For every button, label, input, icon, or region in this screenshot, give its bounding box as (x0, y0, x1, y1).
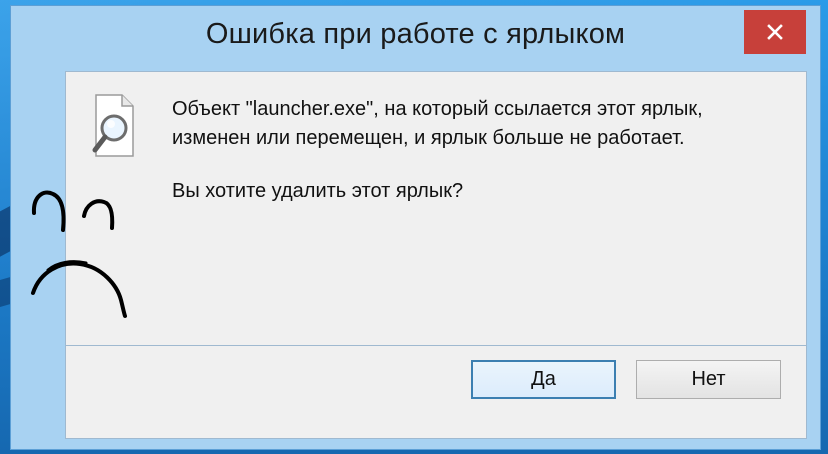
message-text: Объект "launcher.exe", на который ссылае… (172, 95, 782, 206)
close-button[interactable] (744, 10, 806, 54)
file-search-icon (92, 94, 134, 157)
message-line: изменен или перемещен, и ярлык больше не… (172, 127, 685, 149)
question-text: Вы хотите удалить этот ярлык? (172, 180, 464, 202)
error-dialog: Ошибка при работе с ярлыком Объект "laun… (10, 5, 821, 450)
message-line: Объект "launcher.exe", на который ссылае… (172, 98, 703, 120)
yes-button[interactable]: Да (471, 360, 616, 399)
dialog-content: Объект "launcher.exe", на который ссылае… (65, 71, 807, 346)
close-icon (767, 24, 783, 40)
button-bar: Да Нет (65, 346, 807, 439)
title-bar[interactable]: Ошибка при работе с ярлыком (11, 6, 820, 70)
no-button[interactable]: Нет (636, 360, 781, 399)
dialog-title: Ошибка при работе с ярлыком (205, 18, 626, 50)
